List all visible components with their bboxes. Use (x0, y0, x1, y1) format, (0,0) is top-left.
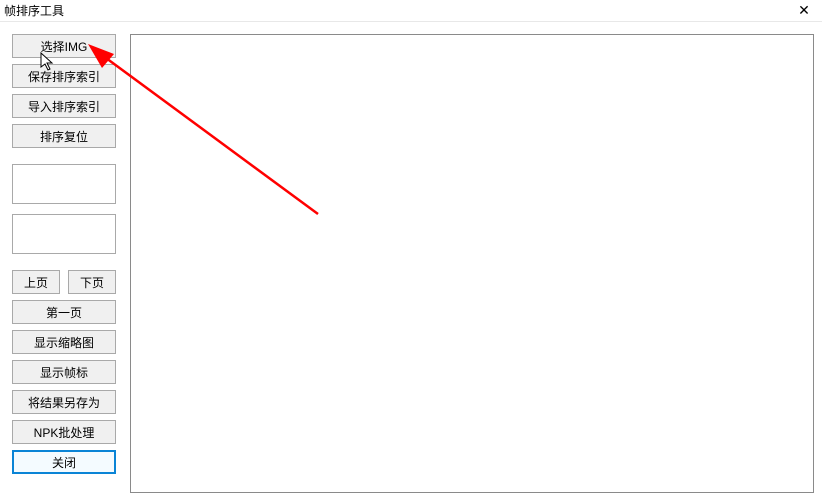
window-title: 帧排序工具 (4, 2, 64, 19)
info-box-2 (12, 214, 116, 254)
info-box-1 (12, 164, 116, 204)
spacer (12, 260, 116, 264)
save-result-as-button[interactable]: 将结果另存为 (12, 390, 116, 414)
reset-sort-button[interactable]: 排序复位 (12, 124, 116, 148)
spacer (12, 154, 116, 158)
sidebar: 选择IMG 保存排序索引 导入排序索引 排序复位 上页 下页 第一页 显示缩略图… (12, 34, 116, 474)
body-area: 选择IMG 保存排序索引 导入排序索引 排序复位 上页 下页 第一页 显示缩略图… (0, 22, 822, 501)
close-icon[interactable]: ✕ (792, 2, 816, 20)
first-page-button[interactable]: 第一页 (12, 300, 116, 324)
prev-page-button[interactable]: 上页 (12, 270, 60, 294)
titlebar: 帧排序工具 ✕ (0, 0, 822, 22)
save-sort-index-button[interactable]: 保存排序索引 (12, 64, 116, 88)
pager-row: 上页 下页 (12, 270, 116, 294)
select-img-button[interactable]: 选择IMG (12, 34, 116, 58)
show-thumbnails-button[interactable]: 显示缩略图 (12, 330, 116, 354)
next-page-button[interactable]: 下页 (68, 270, 116, 294)
show-frame-marker-button[interactable]: 显示帧标 (12, 360, 116, 384)
preview-canvas (130, 34, 814, 493)
npk-batch-button[interactable]: NPK批处理 (12, 420, 116, 444)
import-sort-index-button[interactable]: 导入排序索引 (12, 94, 116, 118)
close-button[interactable]: 关闭 (12, 450, 116, 474)
